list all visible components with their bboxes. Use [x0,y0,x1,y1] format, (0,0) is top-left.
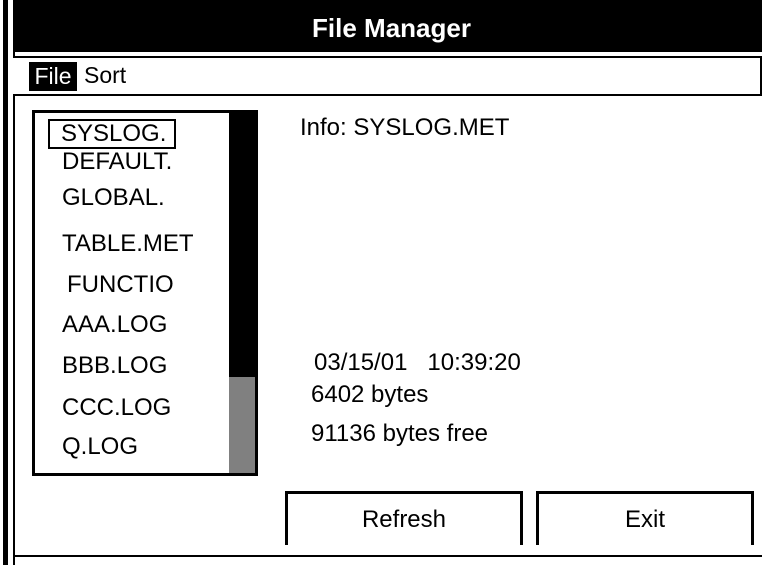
refresh-button[interactable]: Refresh [285,491,523,545]
file-list-item-table[interactable]: TABLE.MET [62,231,194,257]
scrollbar-track[interactable] [229,113,255,473]
info-datetime: 03/15/01 10:39:20 [314,349,521,376]
info-filename: Info: SYSLOG.MET [300,114,510,141]
title-bar: File Manager [13,0,762,52]
file-list[interactable]: SYSLOG. DEFAULT. GLOBAL. TABLE.MET FUNCT… [32,110,258,476]
menu-sort[interactable]: Sort [84,61,126,90]
info-free-space: 91136 bytes free [311,420,489,447]
info-size: 6402 bytes [311,381,429,408]
file-list-item-global[interactable]: GLOBAL. [62,185,165,211]
scrollbar-thumb[interactable] [229,377,255,473]
file-list-item-bbb[interactable]: BBB.LOG [62,353,167,379]
file-list-item-q[interactable]: Q.LOG [62,434,138,460]
file-list-item-syslog[interactable]: SYSLOG. [48,119,177,149]
file-list-item-functio[interactable]: FUNCTIO [67,272,174,298]
exit-button[interactable]: Exit [536,491,754,545]
menu-file[interactable]: File [29,62,77,91]
left-border [3,0,8,565]
file-list-item-aaa[interactable]: AAA.LOG [62,312,167,338]
file-list-item-ccc[interactable]: CCC.LOG [62,395,171,421]
bottom-border [13,555,762,557]
file-list-item-default[interactable]: DEFAULT. [62,149,172,175]
menu-bar: File Sort [13,56,762,96]
file-manager-screen: File Manager File Sort SYSLOG. DEFAULT. … [0,0,762,565]
window-title: File Manager [312,12,471,43]
